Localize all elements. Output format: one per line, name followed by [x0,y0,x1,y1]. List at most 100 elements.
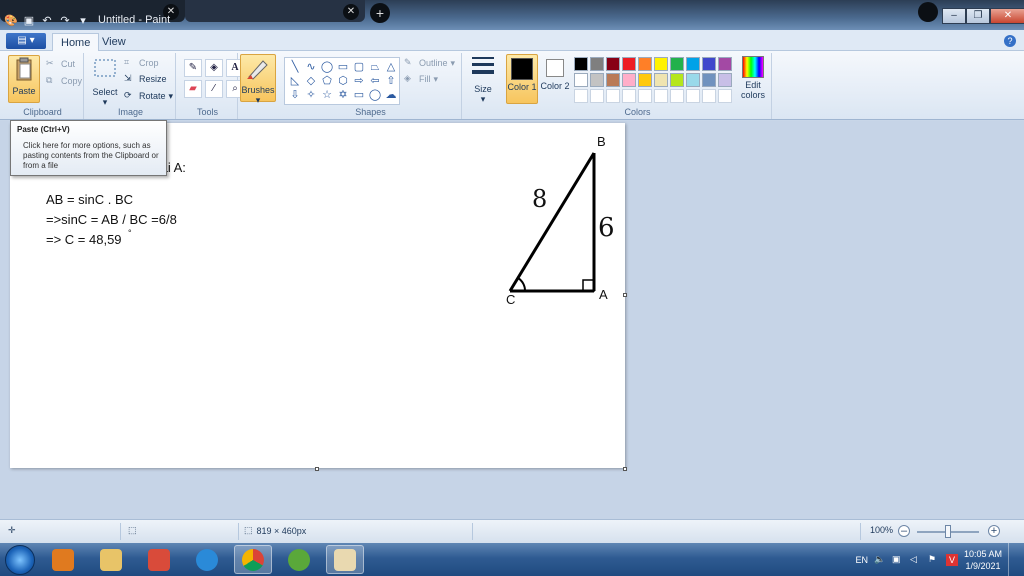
rounded-rectangle-shape-icon[interactable]: ▢ [351,60,367,74]
tab-view[interactable]: View [94,33,134,51]
cut-button[interactable]: ✂ Cut [46,58,75,70]
right-arrow-shape-icon[interactable]: ⇨ [351,74,367,88]
callout-rect-shape-icon[interactable]: ▭ [351,88,367,102]
volume-icon[interactable]: 🔈 [874,554,886,566]
four-point-star-shape-icon[interactable]: ✧ [303,88,319,102]
custom-color-slot[interactable] [686,89,700,103]
crop-button[interactable]: ⌗ Crop [124,57,159,69]
fill-bucket-icon[interactable]: ◈ [205,59,223,77]
rotate-button[interactable]: ⟳ Rotate ▾ [124,90,173,102]
color-swatch[interactable] [702,57,716,71]
start-button[interactable] [5,545,35,575]
undo-icon[interactable]: ↶ [40,14,54,28]
eraser-icon[interactable]: ▰ [184,80,202,98]
color-swatch[interactable] [622,73,636,87]
copy-button[interactable]: ⧉ Copy [46,75,82,87]
color-swatch[interactable] [670,73,684,87]
fill-button[interactable]: ◈ Fill ▾ [404,73,438,85]
network-icon[interactable]: ▣ [892,554,904,566]
taskbar-app[interactable] [140,545,178,574]
color-swatch[interactable] [622,57,636,71]
pencil-icon[interactable]: ✎ [184,59,202,77]
resize-button[interactable]: ⇲ Resize [124,73,167,85]
custom-color-slot[interactable] [702,89,716,103]
color-swatch[interactable] [638,57,652,71]
color-swatch[interactable] [590,57,604,71]
zoom-slider-thumb[interactable] [945,525,951,538]
triangle-shape-icon[interactable]: △ [383,60,399,74]
color-picker-icon[interactable]: ⁄ [205,80,223,98]
zoom-in-button[interactable]: + [988,525,1000,537]
color-swatch[interactable] [686,73,700,87]
taskbar-ie[interactable] [188,545,226,574]
outline-button[interactable]: ✎ Outline ▾ [404,57,455,69]
polygon-shape-icon[interactable]: ⏢ [367,60,383,74]
color-swatch[interactable] [574,57,588,71]
color-swatch[interactable] [574,73,588,87]
help-icon[interactable]: ? [1004,35,1016,47]
color-swatch[interactable] [606,73,620,87]
taskbar-chrome[interactable] [234,545,272,574]
show-desktop-button[interactable] [1008,543,1018,576]
minimize-button[interactable]: – [942,8,966,24]
new-tab-plus-icon[interactable]: + [370,3,390,23]
curve-shape-icon[interactable]: ∿ [303,60,319,74]
language-indicator[interactable]: EN [855,555,868,565]
custom-color-slot[interactable] [718,89,732,103]
color-swatch[interactable] [718,73,732,87]
flag-icon[interactable]: ⚑ [928,554,940,566]
redo-icon[interactable]: ↷ [58,14,72,28]
custom-color-slot[interactable] [670,89,684,103]
file-menu-button[interactable]: ▤ ▾ [6,33,46,49]
clock[interactable]: 10:05 AM 1/9/2021 [964,548,1002,572]
tab-home[interactable]: Home [52,33,100,51]
custom-color-slot[interactable] [574,89,588,103]
color-swatch[interactable] [654,57,668,71]
browser-avatar-icon[interactable] [918,2,938,22]
diamond-shape-icon[interactable]: ◇ [303,74,319,88]
taskbar-explorer[interactable] [92,545,130,574]
save-icon[interactable]: ▣ [22,14,36,28]
line-shape-icon[interactable]: ╲ [287,60,303,74]
antivirus-icon[interactable]: V [945,553,958,566]
custom-color-slot[interactable] [622,89,636,103]
size-button[interactable]: Size ▾ [466,54,500,105]
paste-button[interactable]: Paste [8,55,40,103]
taskbar-app2[interactable] [280,545,318,574]
color2-button[interactable]: Color 2 [540,54,570,104]
select-button[interactable]: Select ▾ [88,57,122,108]
color-swatch[interactable] [638,73,652,87]
color-swatch[interactable] [606,57,620,71]
close-icon[interactable]: ✕ [343,4,359,20]
left-arrow-shape-icon[interactable]: ⇦ [367,74,383,88]
resize-handle-right[interactable] [623,293,627,297]
color-swatch[interactable] [654,73,668,87]
brushes-button[interactable]: Brushes ▾ [240,54,276,105]
custom-color-slot[interactable] [606,89,620,103]
taskbar-media-player[interactable] [44,545,82,574]
six-point-star-shape-icon[interactable]: ✡ [335,88,351,102]
paint-app-icon[interactable]: 🎨 [4,14,18,28]
hexagon-shape-icon[interactable]: ⬡ [335,74,351,88]
browser-tab-2[interactable]: ✕ [185,0,365,22]
right-triangle-shape-icon[interactable]: ◺ [287,74,303,88]
custom-color-slot[interactable] [590,89,604,103]
color1-button[interactable]: Color 1 [506,54,538,104]
color-swatch[interactable] [686,57,700,71]
color-swatch[interactable] [590,73,604,87]
customize-qat-icon[interactable]: ▾ [76,14,90,28]
custom-color-slot[interactable] [654,89,668,103]
down-arrow-shape-icon[interactable]: ⇩ [287,88,303,102]
color-swatch[interactable] [670,57,684,71]
pentagon-shape-icon[interactable]: ⬠ [319,74,335,88]
oval-shape-icon[interactable]: ◯ [319,60,335,74]
taskbar-paint[interactable] [326,545,364,574]
custom-color-slot[interactable] [638,89,652,103]
maximize-button[interactable]: ❐ [966,8,990,24]
rectangle-shape-icon[interactable]: ▭ [335,60,351,74]
color-swatch[interactable] [718,57,732,71]
resize-handle-bottom[interactable] [315,467,319,471]
color-swatch[interactable] [702,73,716,87]
speaker-icon[interactable]: ◁ [910,554,922,566]
up-arrow-shape-icon[interactable]: ⇧ [383,74,399,88]
